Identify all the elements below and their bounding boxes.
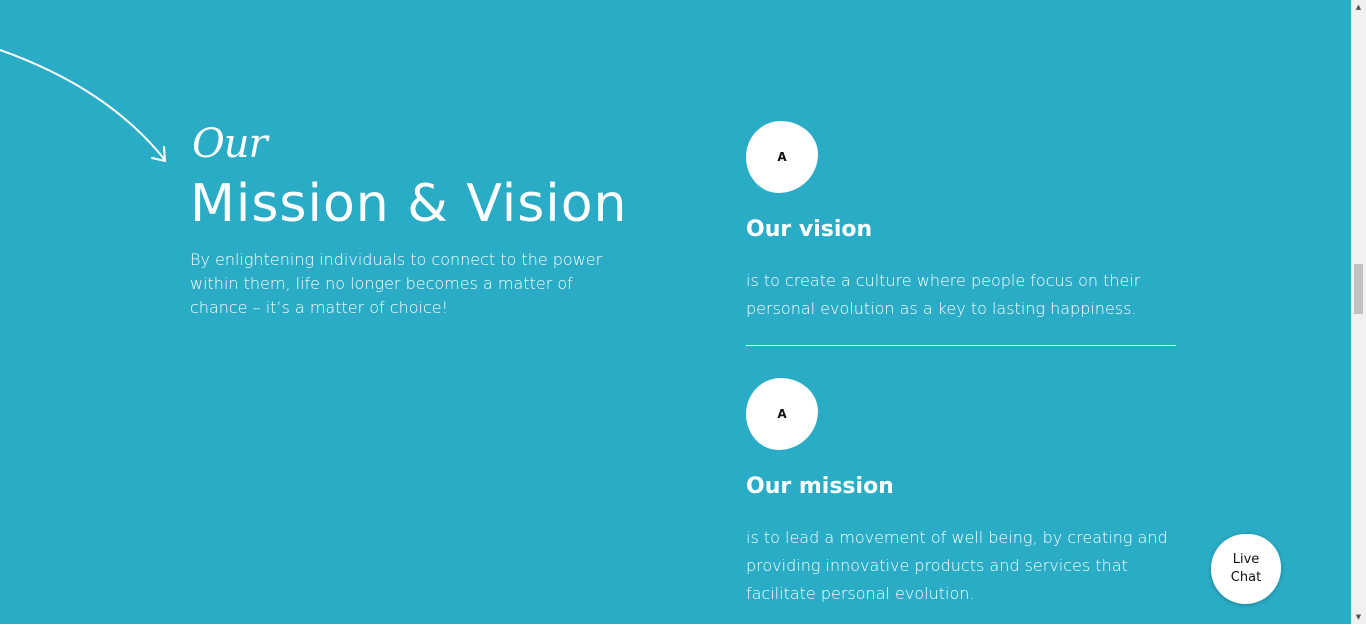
live-chat-label-line1: Live (1232, 552, 1260, 567)
scroll-down-arrow-icon[interactable]: ▼ (1351, 610, 1366, 624)
vision-icon: A (746, 121, 818, 193)
mission-vision-section: Our Mission & Vision By enlightening ind… (0, 0, 1351, 624)
vision-title: Our vision (746, 217, 873, 242)
live-chat-button[interactable]: Live Chat (1211, 534, 1281, 604)
page-scrollbar[interactable]: ▲ ▼ (1351, 0, 1366, 624)
scrollbar-thumb[interactable] (1354, 264, 1363, 314)
section-eyebrow: Our (192, 121, 268, 167)
curved-arrow-icon (0, 49, 166, 162)
section-lead-text: By enlightening individuals to connect t… (190, 250, 603, 317)
scroll-up-arrow-icon[interactable]: ▲ (1351, 0, 1366, 14)
mission-title: Our mission (746, 474, 894, 499)
mission-icon: A (746, 378, 818, 450)
live-chat-label-line2: Chat (1230, 570, 1262, 585)
section-heading: Mission & Vision (190, 174, 628, 234)
card-divider (746, 345, 1176, 346)
mission-text: is to lead a movement of well being, by … (746, 528, 1168, 603)
vision-text: is to create a culture where people focu… (746, 271, 1141, 318)
